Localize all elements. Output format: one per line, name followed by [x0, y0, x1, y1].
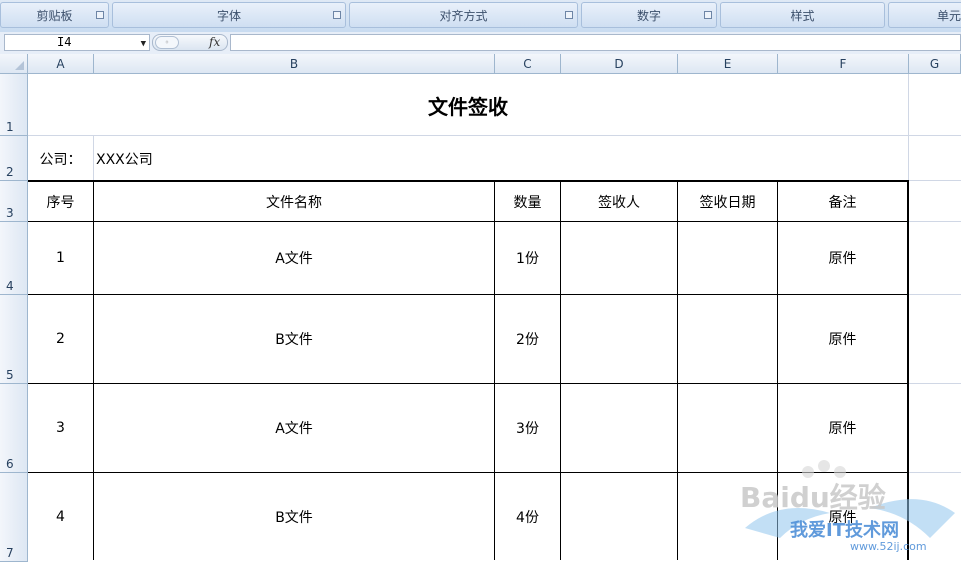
table-border — [907, 181, 909, 560]
ribbon-group-alignment-label: 对齐方式 — [439, 8, 488, 23]
header-no[interactable]: 序号 — [28, 182, 93, 221]
gridline — [909, 383, 961, 384]
dialog-launcher-icon[interactable] — [96, 11, 104, 19]
record-quantity[interactable]: 1份 — [495, 222, 560, 294]
row-header-1-label: 1 — [6, 120, 14, 134]
ribbon-group-number-label: 数字 — [636, 8, 661, 23]
ribbon-group-clipboard[interactable]: 剪贴板 — [0, 2, 109, 28]
formula-input[interactable] — [230, 34, 961, 51]
row-header-4-label: 4 — [6, 279, 14, 293]
record-quantity[interactable]: 4份 — [495, 473, 560, 561]
ribbon-group-bar: 剪贴板 字体 对齐方式 数字 样式 单元 — [0, 0, 961, 33]
record-signer[interactable] — [561, 384, 677, 472]
company-value[interactable]: XXX公司 — [94, 136, 494, 181]
record-no[interactable]: 2 — [28, 295, 93, 383]
header-note[interactable]: 备注 — [778, 182, 907, 221]
record-note[interactable]: 原件 — [778, 473, 907, 561]
row-header-7[interactable]: 7 — [0, 473, 28, 562]
row-header-5[interactable]: 5 — [0, 295, 28, 384]
chevron-down-icon[interactable]: ▼ — [141, 37, 146, 52]
formula-buttons: ◦ fx — [152, 34, 228, 51]
ribbon-group-font[interactable]: 字体 — [112, 2, 346, 28]
gridline — [908, 74, 909, 181]
record-signer[interactable] — [561, 295, 677, 383]
row-header-3[interactable]: 3 — [0, 181, 28, 222]
insert-function-button[interactable]: fx — [209, 35, 220, 49]
header-quantity[interactable]: 数量 — [495, 182, 560, 221]
row-header-3-label: 3 — [6, 206, 14, 220]
gridline — [909, 294, 961, 295]
row-header-4[interactable]: 4 — [0, 222, 28, 295]
record-no[interactable]: 4 — [28, 473, 93, 561]
record-file-name[interactable]: B文件 — [94, 295, 494, 383]
record-signer[interactable] — [561, 473, 677, 561]
column-header-e[interactable]: E — [678, 54, 778, 74]
formula-bar: I4 ▼ ◦ fx — [0, 32, 961, 55]
header-sign-date[interactable]: 签收日期 — [678, 182, 777, 221]
gridline — [909, 472, 961, 473]
record-sign-date[interactable] — [678, 384, 777, 472]
record-signer[interactable] — [561, 222, 677, 294]
ribbon-group-cells-label: 单元 — [937, 8, 961, 23]
ribbon-group-number[interactable]: 数字 — [581, 2, 717, 28]
record-quantity[interactable]: 2份 — [495, 295, 560, 383]
header-signer[interactable]: 签收人 — [561, 182, 677, 221]
record-file-name[interactable]: A文件 — [94, 384, 494, 472]
record-sign-date[interactable] — [678, 473, 777, 561]
company-label[interactable]: 公司： — [28, 136, 93, 181]
record-file-name[interactable]: A文件 — [94, 222, 494, 294]
column-header-d[interactable]: D — [561, 54, 678, 74]
row-header-2-label: 2 — [6, 165, 14, 179]
record-quantity[interactable]: 3份 — [495, 384, 560, 472]
column-header-c[interactable]: C — [495, 54, 561, 74]
sheet-title[interactable]: 文件签收 — [28, 74, 908, 136]
dialog-launcher-icon[interactable] — [704, 11, 712, 19]
name-box-value: I4 — [57, 35, 72, 49]
column-header-a[interactable]: A — [28, 54, 94, 74]
ribbon-group-styles-label: 样式 — [790, 8, 815, 23]
record-note[interactable]: 原件 — [778, 295, 907, 383]
gridline — [909, 221, 961, 222]
select-all-button[interactable] — [0, 54, 28, 74]
ribbon-group-clipboard-label: 剪贴板 — [36, 8, 73, 23]
column-header-g[interactable]: G — [909, 54, 961, 74]
record-note[interactable]: 原件 — [778, 222, 907, 294]
name-box[interactable]: I4 ▼ — [4, 34, 150, 51]
ribbon-group-styles[interactable]: 样式 — [720, 2, 885, 28]
ribbon-group-font-label: 字体 — [216, 8, 241, 23]
row-header-6[interactable]: 6 — [0, 384, 28, 473]
row-header-5-label: 5 — [6, 368, 14, 382]
record-no[interactable]: 3 — [28, 384, 93, 472]
row-header-7-label: 7 — [6, 546, 14, 560]
ribbon-group-alignment[interactable]: 对齐方式 — [349, 2, 578, 28]
header-file-name[interactable]: 文件名称 — [94, 182, 494, 221]
record-no[interactable]: 1 — [28, 222, 93, 294]
dialog-launcher-icon[interactable] — [333, 11, 341, 19]
row-header-6-label: 6 — [6, 457, 14, 471]
ribbon-group-cells[interactable]: 单元 — [888, 2, 961, 28]
column-header-b[interactable]: B — [94, 54, 495, 74]
row-header-2[interactable]: 2 — [0, 136, 28, 181]
dialog-launcher-icon[interactable] — [565, 11, 573, 19]
record-file-name[interactable]: B文件 — [94, 473, 494, 561]
record-sign-date[interactable] — [678, 222, 777, 294]
record-note[interactable]: 原件 — [778, 384, 907, 472]
worksheet-grid: A B C D E F G 1 2 3 4 5 6 7 文件签收 公司： XXX… — [0, 54, 961, 562]
row-header-1[interactable]: 1 — [0, 74, 28, 136]
column-header-f[interactable]: F — [778, 54, 909, 74]
record-sign-date[interactable] — [678, 295, 777, 383]
resize-handle-icon[interactable]: ◦ — [155, 36, 179, 49]
